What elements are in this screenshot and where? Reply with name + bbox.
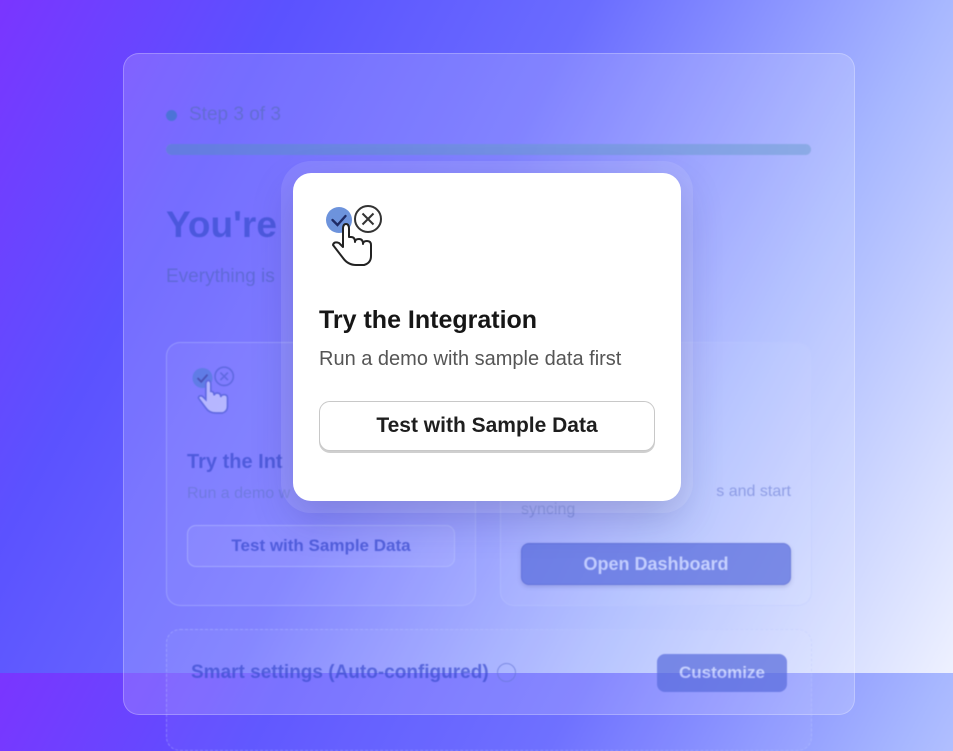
smart-settings-title: Smart settings (Auto-configured) (191, 662, 516, 684)
option-description-line-2: syncing (521, 501, 576, 518)
progress-bar (166, 144, 811, 155)
open-dashboard-button[interactable]: Open Dashboard (521, 543, 791, 585)
popover-description: Run a demo with sample data first (319, 348, 622, 370)
page-subtitle: Everything is (166, 266, 275, 287)
step-label: Step 3 of 3 (189, 104, 281, 125)
test-with-sample-data-button[interactable]: Test with Sample Data (319, 401, 655, 451)
check-x-toggle-icon (192, 366, 235, 414)
step-dot-icon (166, 109, 177, 121)
integration-popover: Try the Integration Run a demo with samp… (293, 173, 681, 501)
option-title: Try the Int (187, 451, 283, 473)
popover-title: Try the Integration (319, 306, 538, 334)
progress-fill (166, 144, 811, 155)
page-title: You're (166, 204, 277, 245)
customize-button[interactable]: Customize (657, 654, 787, 692)
smart-settings-card: Smart settings (Auto-configured) Customi… (166, 629, 812, 751)
option-description: Run a demo w (187, 485, 291, 502)
check-x-toggle-with-hand-cursor-icon (326, 205, 382, 266)
test-with-sample-data-button-bg[interactable]: Test with Sample Data (187, 525, 455, 567)
step-indicator: Step 3 of 3 (166, 104, 281, 126)
